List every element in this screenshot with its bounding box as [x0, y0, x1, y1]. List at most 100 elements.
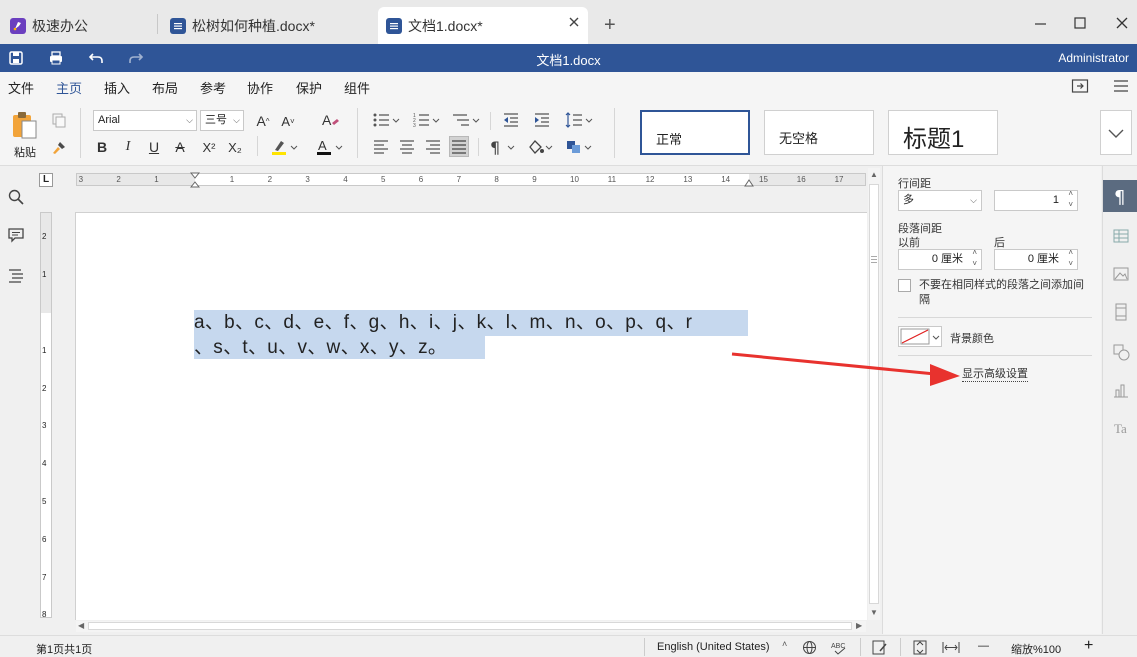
close-tab-icon[interactable] — [568, 16, 580, 28]
copy-icon[interactable] — [51, 112, 67, 128]
highlight-color-icon[interactable] — [270, 138, 298, 156]
shading-icon[interactable] — [526, 138, 554, 156]
minimize-icon[interactable] — [1030, 12, 1050, 32]
subscript-button[interactable]: X₂ — [224, 138, 246, 156]
spinner-icon[interactable]: ˄ ˅ — [1068, 188, 1073, 210]
menu-layout[interactable]: 布局 — [152, 78, 178, 97]
style-heading1[interactable]: 标题1 — [888, 110, 998, 155]
font-grow-button[interactable]: A ^ — [253, 112, 273, 130]
menu-plugins[interactable]: 组件 — [344, 78, 370, 97]
ruler-tick-label: 2 — [267, 175, 273, 184]
globe-icon[interactable] — [802, 640, 817, 655]
format-painter-icon[interactable] — [51, 140, 67, 156]
indent-marker-icon[interactable] — [190, 172, 200, 188]
selected-text-line-1[interactable]: a、b、c、d、e、f、g、h、i、j、k、l、m、n、o、p、q、r — [194, 310, 748, 336]
spellcheck-icon[interactable]: ABC — [831, 640, 849, 655]
navigation-icon[interactable] — [7, 266, 25, 284]
right-indent-marker-icon[interactable] — [744, 177, 754, 187]
menu-collaborate[interactable]: 协作 — [247, 78, 273, 97]
language-select[interactable]: English (United States) — [657, 641, 770, 653]
paste-icon[interactable] — [10, 110, 40, 140]
document-icon — [170, 17, 186, 34]
text-art-icon[interactable]: Ta — [1111, 418, 1131, 438]
track-changes-icon[interactable] — [872, 640, 888, 655]
hamburger-menu-icon[interactable] — [1112, 78, 1130, 94]
vertical-scrollbar[interactable]: ▲ ▼ — [868, 168, 880, 620]
new-tab-button[interactable]: + — [604, 7, 628, 44]
superscript-button[interactable]: X² — [198, 138, 220, 156]
menu-references[interactable]: 参考 — [200, 78, 226, 97]
paragraph-marks-icon[interactable]: ¶ — [488, 138, 516, 156]
search-icon[interactable] — [7, 188, 25, 206]
zoom-out-button[interactable]: — — [978, 640, 989, 652]
spinner-icon[interactable]: ˄ ˅ — [1068, 247, 1073, 269]
align-right-icon[interactable] — [424, 138, 442, 156]
spacing-before-field[interactable]: 0 厘米 ˄ ˅ — [898, 247, 982, 270]
scroll-right-icon[interactable]: ▶ — [856, 621, 862, 630]
font-color-icon[interactable]: A — [315, 138, 343, 156]
line-spacing-mode-select[interactable]: 多 ⌵ — [898, 190, 982, 211]
underline-button[interactable]: U — [145, 138, 163, 156]
increase-indent-icon[interactable] — [533, 111, 551, 129]
fit-page-icon[interactable] — [912, 640, 928, 655]
borders-icon[interactable] — [565, 138, 593, 156]
bullet-list-icon[interactable] — [372, 111, 400, 129]
scroll-down-icon[interactable]: ▼ — [870, 608, 878, 617]
justify-icon[interactable] — [449, 136, 469, 157]
scroll-up-icon[interactable]: ▲ — [870, 170, 878, 179]
style-normal[interactable]: 正常 — [640, 110, 750, 155]
font-size-select[interactable]: 三号 ⌵ — [200, 110, 244, 131]
fit-width-icon[interactable] — [942, 640, 960, 655]
numbered-list-icon[interactable]: 123 — [412, 111, 440, 129]
no-space-checkbox[interactable] — [898, 279, 911, 292]
horizontal-scrollbar[interactable]: ◀ ▶ — [76, 621, 866, 632]
header-footer-icon[interactable] — [1111, 302, 1131, 322]
spacing-after-field[interactable]: 0 厘米 ˄ ˅ — [994, 247, 1078, 270]
font-name-select[interactable]: Arial ⌵ — [93, 110, 197, 131]
vertical-ruler[interactable]: 2 1 1 2 3 4 5 6 7 8 — [40, 212, 52, 619]
tab-app[interactable]: 极速办公 — [6, 7, 156, 44]
open-location-icon[interactable] — [1071, 78, 1089, 94]
maximize-icon[interactable] — [1070, 12, 1090, 32]
line-spacing-icon[interactable] — [565, 111, 593, 129]
style-no-spacing[interactable]: 无空格 — [764, 110, 874, 155]
tab-stop-selector[interactable]: L — [39, 173, 53, 187]
chart-settings-icon[interactable] — [1111, 380, 1131, 400]
table-settings-icon[interactable] — [1111, 226, 1131, 246]
scroll-left-icon[interactable]: ◀ — [78, 621, 84, 630]
multilevel-list-icon[interactable] — [452, 111, 480, 129]
align-center-icon[interactable] — [398, 138, 416, 156]
horizontal-ruler[interactable]: 3 2 1 1 2 3 4 5 6 7 8 9 10 11 12 13 14 15 16 17 — [76, 172, 866, 188]
spinner-icon[interactable]: ˄ ˅ — [972, 247, 977, 269]
menu-insert[interactable]: 插入 — [104, 78, 130, 97]
image-settings-icon[interactable] — [1111, 264, 1131, 284]
clear-format-icon[interactable]: A — [320, 111, 340, 129]
user-name[interactable]: Administrator — [1058, 51, 1129, 65]
align-left-icon[interactable] — [372, 138, 390, 156]
font-shrink-button[interactable]: A ˅ — [278, 112, 298, 130]
zoom-in-button[interactable]: + — [1084, 637, 1093, 655]
menu-protect[interactable]: 保护 — [296, 78, 322, 97]
tab-document-active[interactable]: 文档1.docx* — [378, 7, 588, 44]
document-page[interactable]: a、b、c、d、e、f、g、h、i、j、k、l、m、n、o、p、q、r 、s、t… — [75, 212, 867, 620]
paragraph-settings-tab[interactable]: ¶ — [1103, 180, 1137, 212]
selected-text-line-2[interactable]: 、s、t、u、v、w、x、y、z。 — [194, 336, 485, 359]
shape-settings-icon[interactable] — [1111, 342, 1131, 362]
status-bar: 第1页共1页 English (United States) ˄ ABC — 缩… — [0, 635, 1137, 657]
decrease-indent-icon[interactable] — [502, 111, 520, 129]
bold-button[interactable]: B — [93, 138, 111, 156]
menu-file[interactable]: 文件 — [8, 78, 34, 97]
ruler-tick-label: 4 — [42, 459, 47, 469]
line-spacing-value-field[interactable]: 1 ˄ ˅ — [994, 188, 1078, 211]
strikethrough-button[interactable]: A — [171, 138, 189, 156]
scroll-thumb[interactable] — [88, 622, 852, 630]
tab-document-pine[interactable]: 松树如何种植.docx* — [166, 7, 372, 44]
styles-expand-button[interactable] — [1100, 110, 1132, 155]
scroll-thumb[interactable] — [869, 184, 879, 604]
show-advanced-settings-link[interactable]: 显示高级设置 — [962, 365, 1028, 382]
close-window-icon[interactable] — [1112, 12, 1132, 32]
italic-button[interactable]: I — [119, 138, 137, 156]
background-color-picker[interactable] — [898, 326, 942, 347]
comment-icon[interactable] — [7, 226, 25, 244]
menu-home[interactable]: 主页 — [56, 78, 83, 104]
